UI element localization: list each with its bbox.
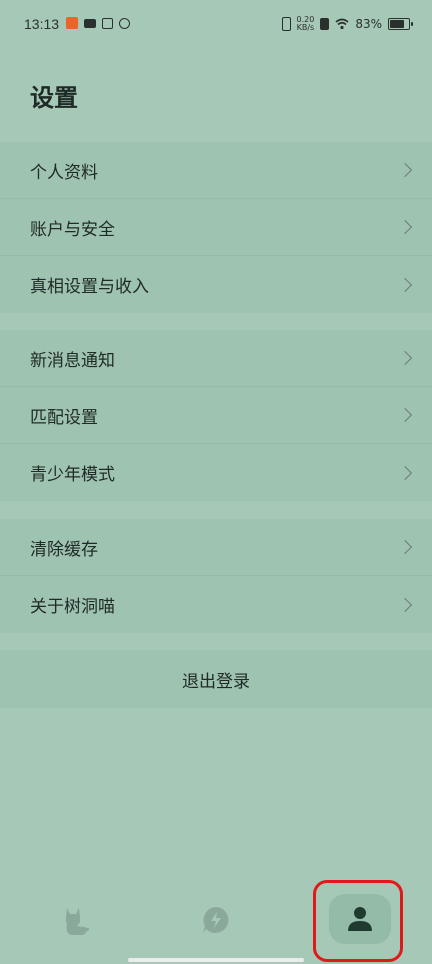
chevron-right-icon (397, 597, 413, 612)
settings-group-account: 个人资料 账户与安全 真相设置与收入 (0, 142, 432, 313)
chevron-right-icon (397, 407, 413, 423)
settings-item-account-security[interactable]: 账户与安全 (0, 199, 432, 256)
page-title: 设置 (30, 84, 78, 112)
chevron-right-icon (397, 539, 413, 555)
network-speed: 0.20 KB/s (297, 16, 315, 32)
chevron-right-icon (397, 162, 413, 178)
settings-item-label: 个人资料 (30, 162, 98, 183)
settings-item-label: 青少年模式 (30, 465, 115, 485)
battery-percent: 83% (355, 17, 382, 31)
settings-group-preferences: 新消息通知 匹配设置 青少年模式 (0, 330, 432, 501)
settings-item-match[interactable]: 匹配设置 (0, 387, 432, 444)
chevron-right-icon (397, 465, 413, 480)
settings-item-truth-income[interactable]: 真相设置与收入 (0, 256, 432, 313)
settings-item-profile[interactable]: 个人资料 (0, 142, 432, 199)
tab-chat[interactable] (186, 898, 246, 942)
chevron-right-icon (397, 350, 413, 366)
settings-item-label: 关于树洞喵 (30, 597, 115, 617)
tab-home[interactable] (46, 898, 106, 942)
battery-icon (388, 18, 413, 30)
notification-icons (66, 17, 130, 29)
settings-item-about[interactable]: 关于树洞喵 (0, 576, 432, 633)
speed-unit: KB/s (296, 23, 315, 32)
home-indicator[interactable] (128, 958, 304, 962)
chevron-right-icon (397, 219, 413, 235)
sim-off-icon (320, 18, 330, 30)
calendar-icon (102, 17, 113, 29)
settings-item-clear-cache[interactable]: 清除缓存 (0, 519, 432, 576)
system-icons: 0.20 KB/s 83% (281, 16, 413, 32)
status-bar: 13:13 0.20 KB/s 83% (0, 0, 432, 50)
wifi-icon (335, 18, 349, 30)
vibrate-icon (281, 17, 291, 31)
logout-button[interactable]: 退出登录 (0, 650, 432, 708)
settings-item-label: 清除缓存 (30, 539, 98, 560)
highlight-box (313, 880, 403, 962)
status-time: 13:13 (24, 16, 60, 32)
settings-item-label: 真相设置与收入 (30, 277, 149, 297)
settings-item-label: 匹配设置 (30, 407, 98, 428)
settings-item-label: 新消息通知 (30, 350, 115, 371)
settings-item-teen-mode[interactable]: 青少年模式 (0, 444, 432, 501)
settings-item-notifications[interactable]: 新消息通知 (0, 330, 432, 387)
app-notification-icon (66, 17, 78, 29)
chevron-right-icon (397, 277, 413, 292)
settings-item-label: 账户与安全 (30, 219, 115, 240)
link-icon (119, 17, 130, 29)
crown-icon (84, 18, 96, 28)
settings-group-app: 清除缓存 关于树洞喵 (0, 519, 432, 633)
cat-icon (65, 908, 89, 935)
lightning-chat-icon (203, 907, 229, 933)
